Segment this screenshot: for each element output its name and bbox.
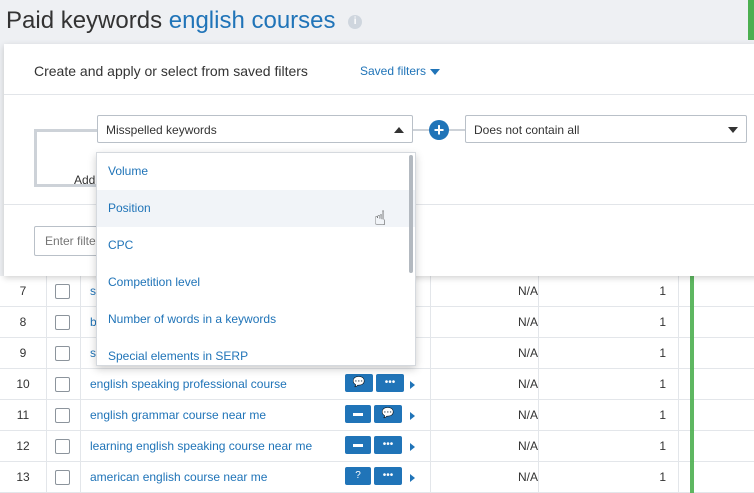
- menu-item-number-of-words[interactable]: Number of words in a keywords: [97, 301, 415, 338]
- chevron-up-icon: [394, 127, 404, 133]
- row-number: 9: [19, 346, 27, 360]
- row-count-value: 1: [659, 377, 666, 391]
- table-row: 13 american english course near me ? •••…: [0, 462, 754, 493]
- row-action-buttons: ? •••: [345, 467, 402, 485]
- row-count-value: 1: [659, 470, 666, 484]
- page-title-keyword[interactable]: english courses: [169, 7, 336, 34]
- expand-arrow-icon[interactable]: [410, 381, 415, 389]
- page-title: Paid keywords english courses i: [6, 6, 363, 36]
- expand-arrow-icon[interactable]: [410, 443, 415, 451]
- table-row: 12 learning english speaking course near…: [0, 431, 754, 462]
- filter-condition-select[interactable]: Does not contain all: [465, 115, 747, 143]
- row-count-value: 1: [659, 408, 666, 422]
- menu-item-volume[interactable]: Volume: [97, 153, 415, 190]
- table-row: 10 english speaking professional course …: [0, 369, 754, 400]
- row-action-buttons: ▬ 💬: [345, 405, 402, 423]
- row-keyword-link[interactable]: english grammar course near me: [90, 408, 266, 422]
- divider: [4, 94, 754, 95]
- page-title-prefix: Paid keywords: [6, 7, 163, 34]
- row-checkbox[interactable]: [55, 284, 70, 299]
- row-number: 11: [16, 408, 30, 422]
- row-na-value: N/A: [517, 470, 538, 484]
- row-na-value: N/A: [517, 315, 538, 329]
- row-number: 12: [16, 439, 30, 453]
- comment-icon[interactable]: 💬: [374, 405, 402, 423]
- ad-icon[interactable]: ▬: [345, 405, 371, 423]
- row-count-value: 1: [659, 284, 666, 298]
- filter-condition-value: Does not contain all: [474, 123, 580, 137]
- row-checkbox[interactable]: [55, 346, 70, 361]
- row-number: 8: [19, 315, 27, 329]
- row-number: 7: [19, 284, 27, 298]
- expand-arrow-icon[interactable]: [410, 474, 415, 482]
- menu-item-position[interactable]: Position: [97, 190, 415, 227]
- table-row: 11 english grammar course near me ▬ 💬 N/…: [0, 400, 754, 431]
- row-count-value: 1: [659, 315, 666, 329]
- row-action-buttons: ▬ •••: [345, 436, 402, 454]
- add-condition-button[interactable]: +: [429, 120, 449, 140]
- more-options-button[interactable]: •••: [374, 436, 402, 454]
- row-checkbox[interactable]: [55, 315, 70, 330]
- more-options-button[interactable]: •••: [374, 467, 402, 485]
- saved-filters-label: Saved filters: [360, 64, 427, 78]
- menu-item-cpc[interactable]: CPC: [97, 227, 415, 264]
- row-count-value: 1: [659, 346, 666, 360]
- row-number: 10: [16, 377, 30, 391]
- question-icon[interactable]: ?: [345, 467, 371, 485]
- column-divider: [80, 276, 81, 493]
- row-number: 13: [16, 470, 30, 484]
- row-na-value: N/A: [517, 439, 538, 453]
- info-icon[interactable]: i: [348, 14, 363, 29]
- saved-filters-dropdown[interactable]: Saved filters: [360, 64, 441, 78]
- chevron-down-icon: [430, 68, 441, 75]
- row-keyword-link[interactable]: english speaking professional course: [90, 377, 287, 391]
- row-action-buttons: 💬 •••: [345, 374, 404, 392]
- column-divider: [538, 276, 539, 493]
- row-checkbox[interactable]: [55, 439, 70, 454]
- row-na-value: N/A: [517, 408, 538, 422]
- row-na-value: N/A: [517, 377, 538, 391]
- menu-item-special-elements[interactable]: Special elements in SERP: [97, 338, 415, 365]
- menu-item-competition-level[interactable]: Competition level: [97, 264, 415, 301]
- column-divider: [46, 276, 47, 493]
- filter-field-select[interactable]: Misspelled keywords: [97, 115, 413, 143]
- ad-icon[interactable]: ▬: [345, 436, 371, 454]
- green-status-strip: [748, 0, 754, 40]
- hand-cursor-icon: ☝: [374, 208, 387, 230]
- dropdown-scrollbar[interactable]: [409, 155, 413, 273]
- filter-field-dropdown-menu: Volume Position CPC Competition level Nu…: [96, 152, 416, 366]
- add-filter-link[interactable]: Add: [74, 173, 95, 187]
- row-count-value: 1: [659, 439, 666, 453]
- chevron-down-icon: [728, 127, 738, 133]
- row-checkbox[interactable]: [55, 408, 70, 423]
- row-keyword-link[interactable]: american english course near me: [90, 470, 267, 484]
- filter-panel-title: Create and apply or select from saved fi…: [34, 63, 308, 79]
- more-options-button[interactable]: •••: [376, 374, 404, 392]
- row-na-value: N/A: [517, 284, 538, 298]
- comment-icon[interactable]: 💬: [345, 374, 373, 392]
- row-checkbox[interactable]: [55, 377, 70, 392]
- row-checkbox[interactable]: [55, 470, 70, 485]
- column-divider: [430, 276, 431, 493]
- filter-field-value: Misspelled keywords: [106, 123, 217, 137]
- column-divider: [678, 276, 679, 493]
- row-na-value: N/A: [517, 346, 538, 360]
- row-keyword-link[interactable]: learning english speaking course near me: [90, 439, 312, 453]
- expand-arrow-icon[interactable]: [410, 412, 415, 420]
- green-status-strip: [690, 276, 694, 493]
